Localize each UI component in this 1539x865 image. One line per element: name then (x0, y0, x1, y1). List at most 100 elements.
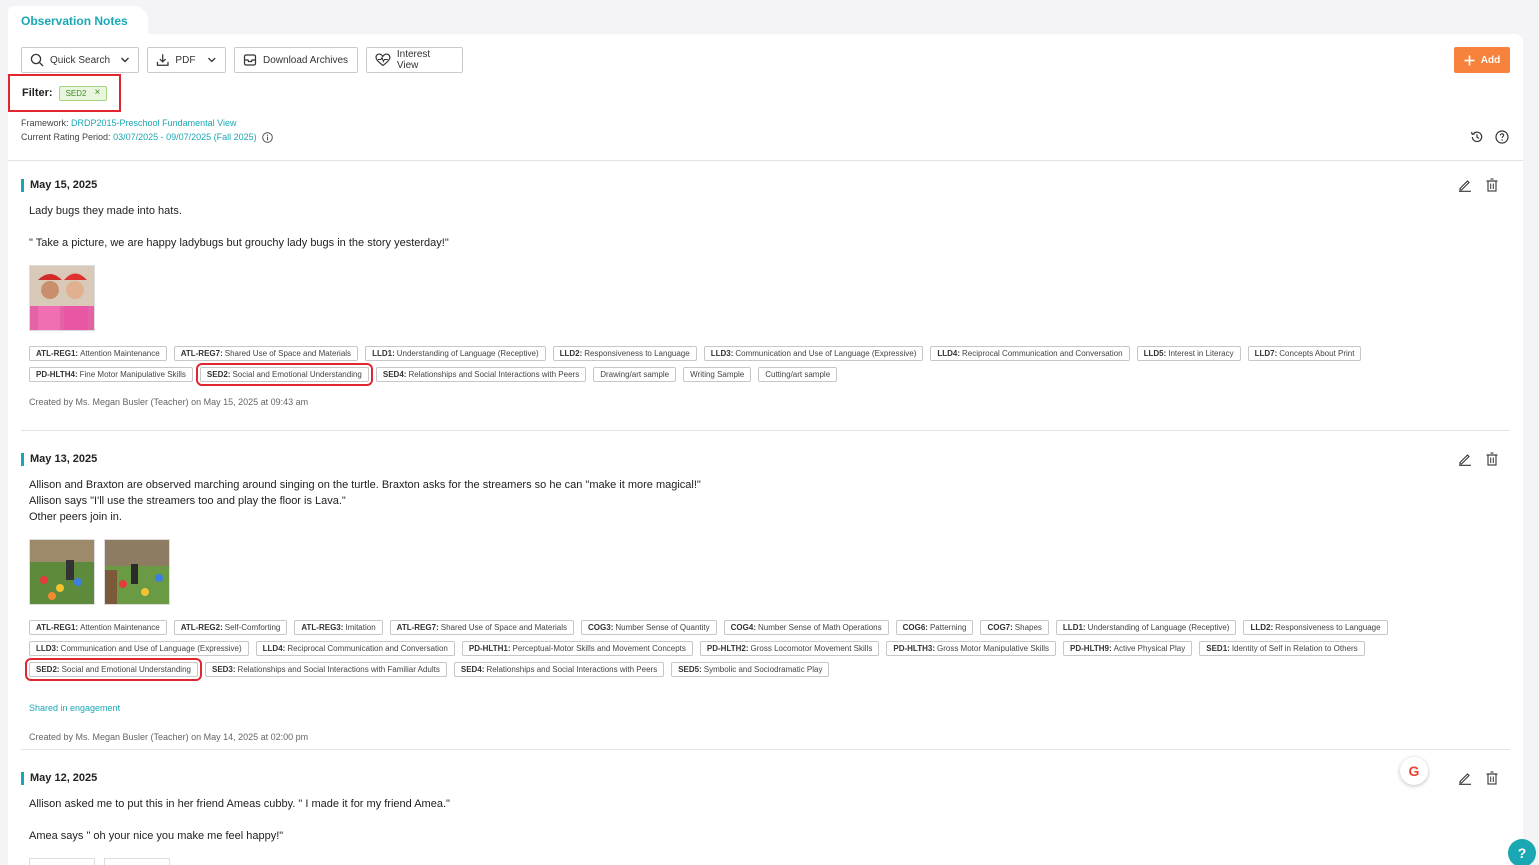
standard-tag: ATL-REG1: Attention Maintenance (29, 346, 167, 361)
standard-tag: COG6: Patterning (895, 620, 974, 635)
standard-tag: COG3: Number Sense of Quantity (581, 620, 717, 635)
standard-tag-code: COG7: (987, 623, 1013, 632)
standard-tag-code: LLD5: (1143, 349, 1167, 358)
note-photo[interactable] (29, 539, 95, 605)
add-button[interactable]: Add (1454, 47, 1510, 73)
standard-tag-text: Responsiveness to Language (584, 349, 690, 358)
standard-tag-text: Perceptual-Motor Skills and Movement Con… (512, 644, 686, 653)
edit-icon[interactable] (1458, 452, 1472, 466)
standard-tag: LLD5: Interest in Literacy (1136, 346, 1241, 361)
search-icon (30, 53, 44, 67)
standard-tag-code: ATL-REG3: (301, 623, 344, 632)
pdf-label: PDF (175, 54, 196, 66)
standard-tag: SED4: Relationships and Social Interactio… (453, 662, 665, 677)
standard-tag-code: LLD2: (1250, 623, 1274, 632)
standard-tag-code: SED4: (460, 665, 485, 674)
standard-tag-text: Cutting/art sample (765, 370, 831, 379)
edit-icon[interactable] (1458, 178, 1472, 192)
standard-tag-text: Gross Locomotor Movement Skills (750, 644, 873, 653)
download-archives-button[interactable]: Download Archives (234, 47, 358, 73)
standard-tag-text: Fine Motor Manipulative Skills (79, 370, 186, 379)
header-divider (8, 160, 1523, 161)
toolbar: Quick Search PDF Download Archives Inter… (21, 47, 463, 73)
standard-tag: ATL-REG2: Self-Comforting (173, 620, 288, 635)
help-icon[interactable] (1495, 130, 1509, 144)
info-icon[interactable] (262, 132, 273, 143)
standard-tag: SED3: Relationships and Social Interactio… (204, 662, 447, 677)
edit-icon[interactable] (1458, 771, 1472, 785)
filter-bar: Filter: SED2 × (8, 74, 121, 112)
help-fab-button[interactable]: ? (1508, 839, 1536, 865)
chevron-down-icon (208, 57, 217, 63)
shared-in-engagement[interactable]: Shared in engagement (29, 703, 120, 713)
trash-icon[interactable] (1485, 771, 1499, 785)
standard-tag-code: ATL-REG1: (36, 623, 79, 632)
tab-observation-notes[interactable]: Observation Notes (8, 6, 148, 36)
download-icon (156, 54, 169, 66)
rating-period-link[interactable]: 03/07/2025 - 09/07/2025 (Fall 2025) (113, 132, 257, 142)
standard-tag-text: Attention Maintenance (80, 623, 160, 632)
note-actions (1458, 178, 1499, 192)
standard-tag-code: SED4: (382, 370, 407, 379)
standard-tag-code: ATL-REG2: (180, 623, 223, 632)
standard-tag-text: Relationships and Social Interactions wi… (486, 665, 658, 674)
framework-link[interactable]: DRDP2015-Preschool Fundamental View (71, 118, 236, 128)
note-date: May 15, 2025 (21, 179, 97, 192)
standard-tag-text: Gross Motor Manipulative Skills (936, 644, 1050, 653)
standard-tag-text: Shapes (1014, 623, 1042, 632)
note-text-line: Allison asked me to put this in her frie… (29, 798, 450, 810)
interest-view-button[interactable]: Interest View (366, 47, 463, 73)
standard-tag-code: PD-HLTH9: (1070, 644, 1112, 653)
trash-icon[interactable] (1485, 452, 1499, 466)
standard-tag-text: Imitation (345, 623, 376, 632)
framework-line: Framework: DRDP2015-Preschool Fundamenta… (21, 118, 236, 128)
standard-tag-code: LLD7: (1254, 349, 1278, 358)
standard-tag-code: LLD1: (372, 349, 395, 358)
note-divider (21, 430, 1510, 431)
note-actions (1458, 771, 1499, 785)
standard-tag-text: Self-Comforting (224, 623, 281, 632)
filter-chip-label: SED2 (65, 88, 87, 98)
standard-tag: ATL-REG3: Imitation (294, 620, 383, 635)
google-g-icon[interactable]: G (1400, 757, 1428, 785)
standard-tag-text: Shared Use of Space and Materials (224, 349, 352, 358)
standard-tag-text: Symbolic and Sociodramatic Play (703, 665, 823, 674)
note-photo[interactable] (29, 265, 95, 331)
standard-tag: SED4: Relationships and Social Interactio… (375, 367, 587, 382)
standard-tag-code: COG4: (730, 623, 756, 632)
close-icon[interactable]: × (94, 88, 100, 98)
note-text-line: Lady bugs they made into hats. (29, 205, 182, 217)
standard-tag: PD-HLTH2: Gross Locomotor Movement Skills (699, 641, 880, 656)
standard-tag: PD-HLTH4: Fine Motor Manipulative Skills (29, 367, 193, 382)
standard-tag-text: Concepts About Print (1279, 349, 1355, 358)
rating-period-line: Current Rating Period: 03/07/2025 - 09/0… (21, 132, 273, 143)
note-text-line: Allison says "I'll use the streamers too… (29, 495, 346, 507)
standard-tag-text: Active Physical Play (1113, 644, 1186, 653)
standard-tag-text: Communication and Use of Language (Expre… (60, 644, 242, 653)
standard-tag-text: Social and Emotional Understanding (232, 370, 362, 379)
standard-tag: ATL-REG7: Shared Use of Space and Materia… (173, 346, 359, 361)
standard-tag: ATL-REG7: Shared Use of Space and Materia… (389, 620, 575, 635)
add-label: Add (1480, 54, 1501, 66)
history-icon[interactable] (1470, 130, 1484, 144)
standard-tags: ATL-REG1: Attention Maintenance ATL-REG2: S… (25, 620, 1489, 681)
note-text-line: Allison and Braxton are observed marchin… (29, 479, 701, 491)
note-photo[interactable] (104, 539, 170, 605)
standard-tag-text: Responsiveness to Language (1275, 623, 1381, 632)
standard-tag-code: ATL-REG1: (36, 349, 79, 358)
standard-tag-code: ATL-REG7: (180, 349, 223, 358)
rating-period-label: Current Rating Period: (21, 132, 111, 142)
standard-tag-text: Number Sense of Quantity (615, 623, 710, 632)
note-text-line: Other peers join in. (29, 511, 122, 523)
standard-tag-code: LLD4: (937, 349, 961, 358)
created-by: Created by Ms. Megan Busler (Teacher) on… (29, 732, 309, 742)
standard-tag-code: ATL-REG7: (396, 623, 439, 632)
trash-icon[interactable] (1485, 178, 1499, 192)
standard-tag: PD-HLTH9: Active Physical Play (1063, 641, 1193, 656)
pdf-button[interactable]: PDF (147, 47, 226, 73)
standard-tag-text: Social and Emotional Understanding (61, 665, 191, 674)
quick-search-button[interactable]: Quick Search (21, 47, 139, 73)
note-photo[interactable] (104, 858, 170, 865)
note-photo[interactable] (29, 858, 95, 865)
note-date: May 12, 2025 (21, 772, 97, 785)
